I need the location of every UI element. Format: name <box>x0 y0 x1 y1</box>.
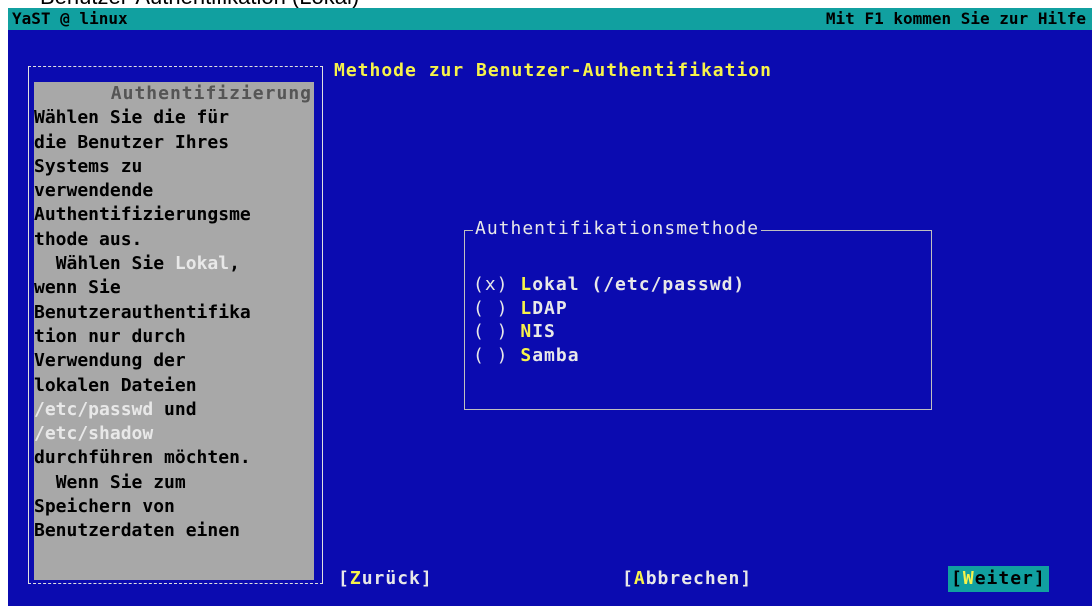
window-caption: Benutzer-Authentifikation (Lokal) <box>40 0 359 8</box>
help-line: lokalen Dateien <box>34 374 314 398</box>
help-line: /etc/shadow <box>34 422 314 446</box>
radio-mark: ( ) <box>473 344 521 366</box>
help-segment: Wählen Sie die für <box>34 107 230 129</box>
hotkey: L <box>520 297 533 319</box>
help-segment: Verwendung der <box>34 350 186 372</box>
help-segment: thode aus. <box>34 228 143 250</box>
help-line: wenn Sie <box>34 276 314 300</box>
help-segment: Wählen Sie <box>34 253 175 275</box>
help-line: thode aus. <box>34 228 314 252</box>
page-title: Methode zur Benutzer-Authentifikation <box>334 60 772 81</box>
help-highlight: /etc/passwd <box>34 398 154 420</box>
top-bar: YaST @ linux Mit F1 kommen Sie zur Hilfe <box>8 8 1092 30</box>
help-line: Benutzerdaten einen <box>34 519 314 543</box>
help-line: durchführen möchten. <box>34 446 314 470</box>
help-segment: Systems zu <box>34 155 143 177</box>
radio-option[interactable]: ( ) Samba <box>473 344 580 368</box>
radio-mark: ( ) <box>473 297 521 319</box>
help-highlight: /etc/shadow <box>34 423 154 445</box>
help-panel[interactable]: Authentifizierung Wählen Sie die für die … <box>34 82 314 580</box>
help-text: Wählen Sie die für die Benutzer Ihres Syst… <box>34 106 314 543</box>
radio-mark: (x) <box>473 274 521 295</box>
help-line: tion nur durch <box>34 325 314 349</box>
help-line: Systems zu <box>34 155 314 179</box>
help-hint: Mit F1 kommen Sie zur Hilfe <box>825 9 1086 28</box>
help-segment: tion nur durch <box>34 325 186 347</box>
hotkey: S <box>520 344 533 366</box>
radio-option[interactable]: ( ) NIS <box>473 320 556 344</box>
group-title: Authentifikationsmethode <box>473 218 762 239</box>
help-line: Benutzerauthentifika <box>34 301 314 325</box>
help-segment: , <box>229 253 240 275</box>
hotkey: L <box>520 274 533 295</box>
help-segment: durchführen möchten. <box>34 447 251 469</box>
help-segment: Benutzerauthentifika <box>34 301 251 323</box>
terminal-screen: YaST @ linux Mit F1 kommen Sie zur Hilfe… <box>8 8 1092 606</box>
help-line: Speichern von <box>34 495 314 519</box>
help-line: Wählen Sie Lokal, <box>34 252 314 276</box>
radio-option[interactable]: ( ) LDAP <box>473 297 568 321</box>
help-title: Authentifizierung <box>110 83 312 104</box>
abort-button[interactable]: [Abbrechen] <box>622 566 752 592</box>
radio-option[interactable]: (x) Lokal (/etc/passwd) <box>473 273 745 297</box>
radio-label: okal (/etc/passwd) <box>532 274 746 295</box>
radio-label: DAP <box>532 297 568 319</box>
radio-label: IS <box>532 321 556 342</box>
help-segment: Wenn Sie zum <box>34 471 186 493</box>
help-segment: Speichern von <box>34 496 175 518</box>
help-segment: lokalen Dateien <box>34 374 197 396</box>
help-line: die Benutzer Ihres <box>34 131 314 155</box>
help-highlight: Lokal <box>174 253 230 275</box>
help-segment: verwendende <box>34 180 154 202</box>
help-segment: Benutzerdaten einen <box>34 520 240 542</box>
auth-method-group: Authentifikationsmethode (x) Lokal (/etc… <box>464 218 932 410</box>
radio-label: amba <box>532 344 580 366</box>
back-button[interactable]: [Zurück] <box>338 566 433 592</box>
radio-mark: ( ) <box>473 321 521 342</box>
help-segment: und <box>153 398 197 420</box>
hotkey: N <box>520 321 533 342</box>
help-line: verwendende <box>34 179 314 203</box>
next-button[interactable]: [Weiter] <box>948 566 1049 592</box>
help-line: Authentifizierungsme <box>34 203 314 227</box>
help-line: Verwendung der <box>34 349 314 373</box>
help-line: Wenn Sie zum <box>34 471 314 495</box>
help-line: /etc/passwd und <box>34 398 314 422</box>
help-line: Wählen Sie die für <box>34 106 314 130</box>
help-segment: wenn Sie <box>34 277 121 299</box>
app-title: YaST @ linux <box>12 9 128 28</box>
help-segment: die Benutzer Ihres <box>34 131 230 153</box>
help-segment: Authentifizierungsme <box>34 204 251 226</box>
